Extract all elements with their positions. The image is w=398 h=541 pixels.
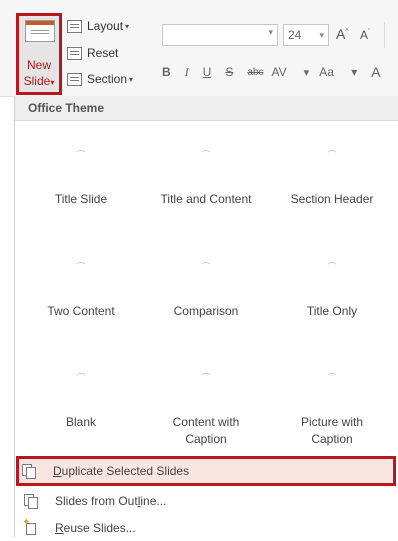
layout-button[interactable]: Layout ▾ <box>67 16 129 36</box>
layout-icon <box>67 19 82 33</box>
layout-two-content[interactable]: ⌒ Two Content <box>21 263 141 320</box>
loading-icon: ⌒ <box>76 263 86 273</box>
layout-caption: Title Slide <box>54 192 108 206</box>
section-button[interactable]: Section ▾ <box>67 69 133 89</box>
shrink-font-button[interactable]: Aˇ <box>360 28 370 42</box>
section-label: Section <box>87 72 128 86</box>
new-slide-button[interactable]: New Slide▾ <box>16 13 62 95</box>
loading-icon: ⌒ <box>76 151 86 161</box>
reset-icon <box>67 46 82 60</box>
chevron-down-icon: ▾ <box>268 28 273 38</box>
outline-label: Slides from Outline... <box>55 494 167 508</box>
new-slide-label: New <box>26 58 51 72</box>
bold-button[interactable]: B <box>162 65 171 79</box>
layout-picture-with-caption[interactable]: ⌒ Picture with Caption <box>272 374 392 448</box>
layout-title-slide[interactable]: ⌒ Title Slide <box>21 151 141 208</box>
loading-icon: ⌒ <box>327 151 337 161</box>
font-color-button[interactable]: A <box>371 64 380 80</box>
loading-icon: ⌒ <box>201 151 211 161</box>
font-size-value: 24 <box>288 28 302 42</box>
chevron-down-icon: ▾ <box>319 30 324 40</box>
ribbon-divider <box>384 22 385 48</box>
new-slide-icon <box>25 20 55 42</box>
gallery-header: Office Theme <box>15 96 398 121</box>
loading-icon: ⌒ <box>201 374 211 384</box>
font-size-box[interactable]: 24 ▾ <box>283 24 329 46</box>
grow-font-button[interactable]: A^ <box>336 26 349 42</box>
shadow-button[interactable]: S <box>225 65 233 79</box>
layout-caption: Title and Content <box>160 192 252 206</box>
strikethrough-button[interactable]: abc <box>247 67 263 78</box>
duplicate-slides-icon <box>22 464 36 479</box>
layout-caption: Blank <box>65 415 97 429</box>
italic-button[interactable]: I <box>185 65 189 80</box>
character-spacing-button[interactable]: AV ▾ <box>271 65 309 79</box>
layout-blank[interactable]: ⌒ Blank <box>21 374 141 431</box>
layout-caption: Picture with Caption <box>300 415 364 446</box>
change-case-button[interactable]: Aa ▾ <box>319 65 357 79</box>
layout-caption: Comparison <box>173 304 239 318</box>
duplicate-selected-slides-item[interactable]: Duplicate Selected Slides <box>16 456 396 486</box>
new-slide-label-2: Slide▾ <box>23 74 55 88</box>
layout-label: Layout <box>87 19 124 33</box>
layout-comparison[interactable]: ⌒ Comparison <box>146 263 266 320</box>
layout-caption: Section Header <box>290 192 374 206</box>
layout-content-with-caption[interactable]: ⌒ Content with Caption <box>146 374 266 448</box>
font-name-box[interactable]: ▾ <box>162 24 278 46</box>
layout-title-only[interactable]: ⌒ Title Only <box>272 263 392 320</box>
new-slide-dropdown: Office Theme ⌒ Title Slide ⌒ Title and C… <box>14 96 398 537</box>
gallery-header-label: Office Theme <box>28 101 105 115</box>
loading-icon: ⌒ <box>201 263 211 273</box>
loading-icon: ⌒ <box>327 263 337 273</box>
underline-button[interactable]: U <box>203 65 212 79</box>
layout-caption: Content with Caption <box>172 415 240 446</box>
layout-caption: Two Content <box>47 304 115 318</box>
layout-title-and-content[interactable]: ⌒ Title and Content <box>146 151 266 208</box>
loading-icon: ⌒ <box>76 374 86 384</box>
ribbon: New Slide▾ Layout ▾ Reset Section ▾ ▾ 24… <box>0 0 398 97</box>
layout-section-header[interactable]: ⌒ Section Header <box>272 151 392 208</box>
reuse-slides-icon: ✦ <box>22 517 38 535</box>
loading-icon: ⌒ <box>327 374 337 384</box>
reset-button[interactable]: Reset <box>67 43 118 63</box>
chevron-down-icon: ▾ <box>129 74 134 84</box>
section-icon <box>67 72 82 86</box>
outline-icon <box>24 494 38 509</box>
chevron-down-icon: ▾ <box>125 21 130 31</box>
duplicate-label: Duplicate Selected Slides <box>53 464 190 478</box>
reset-label: Reset <box>87 46 119 60</box>
format-row: B I U S abc AV ▾ Aa ▾ A <box>162 62 395 82</box>
reuse-slides-item[interactable]: ✦ Reuse Slides... <box>21 515 393 541</box>
reuse-label: Reuse Slides... <box>55 521 136 535</box>
slides-from-outline-item[interactable]: Slides from Outline... <box>21 488 393 514</box>
layout-caption: Title Only <box>306 304 358 318</box>
